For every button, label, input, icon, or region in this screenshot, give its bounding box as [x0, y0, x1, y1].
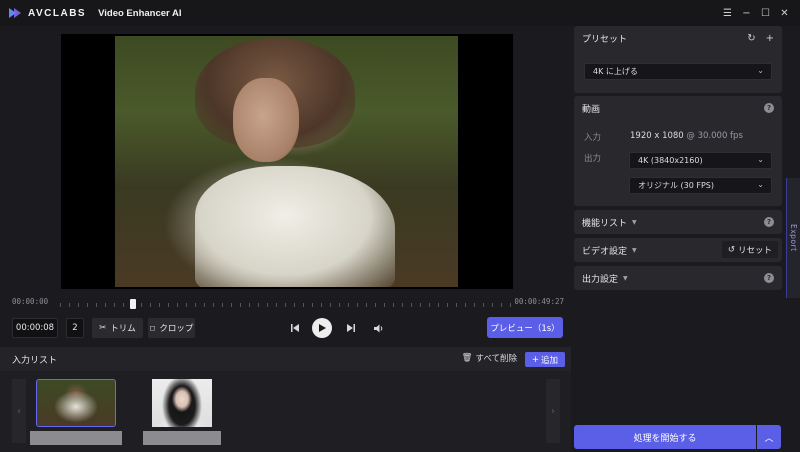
- trim-button[interactable]: ✂ トリム: [92, 318, 143, 338]
- export-label: Export: [789, 224, 798, 252]
- video-frame-image: [115, 36, 458, 287]
- chevron-down-icon: ⌄: [757, 66, 764, 75]
- settings-sidebar: プリセット ↻ + 4K に上げる ⌄ 動画 ? 入力 1920 x 1080 …: [571, 26, 800, 452]
- player-controls: 00:00:08 2 ✂ トリム ◻ クロップ プレビュー（1s）: [0, 316, 571, 340]
- preset-select[interactable]: 4K に上げる ⌄: [584, 63, 772, 80]
- playhead-handle[interactable]: [129, 299, 136, 309]
- caret-down-icon: ▼: [623, 274, 628, 282]
- trash-icon: 🗑: [461, 353, 473, 363]
- thumbnail-strip: ‹ ›: [0, 375, 571, 452]
- workspace: 00:00:00 00:00:49:27 00:00:08 2 ✂ トリム ◻ …: [0, 26, 571, 452]
- thumbnail-2-image: [152, 379, 212, 427]
- caret-down-icon: ▼: [632, 218, 637, 226]
- features-title: 機能リスト: [582, 218, 628, 229]
- add-label: 追加: [541, 355, 559, 366]
- frame-field[interactable]: 2: [66, 318, 84, 338]
- clear-all-label: すべて削除: [475, 354, 517, 364]
- add-preset-icon[interactable]: +: [766, 33, 774, 44]
- input-list-header: 入力リスト 🗑 すべて削除 + 追加: [0, 347, 571, 371]
- refresh-icon[interactable]: ↻: [747, 33, 755, 44]
- volume-icon[interactable]: [372, 318, 386, 338]
- help-icon[interactable]: ?: [764, 217, 774, 227]
- scroll-left-icon[interactable]: ‹: [12, 379, 26, 443]
- features-header[interactable]: 機能リスト ▼ ?: [574, 210, 782, 234]
- video-settings-title: ビデオ設定: [582, 246, 628, 257]
- thumbnail-2[interactable]: [142, 379, 222, 427]
- app-title: Video Enhancer AI: [98, 7, 182, 19]
- reset-icon: ↺: [727, 244, 735, 255]
- timeline: 00:00:00 00:00:49:27: [12, 297, 564, 310]
- preset-panel: プリセット ↻ + 4K に上げる ⌄: [574, 26, 782, 93]
- chevron-up-icon[interactable]: ︿: [757, 425, 781, 449]
- window-controls: ☰ − ☐ ✕: [718, 0, 794, 26]
- preview-button[interactable]: プレビュー（1s）: [487, 317, 563, 338]
- time-end: 00:00:49:27: [514, 297, 564, 306]
- video-preview[interactable]: [61, 34, 513, 289]
- thumbnail-1-caption: [30, 431, 122, 445]
- video-panel: 動画 ? 入力 1920 x 1080 @ 30.000 fps 出力 4K (…: [574, 96, 782, 206]
- crop-button[interactable]: ◻ クロップ: [148, 318, 195, 338]
- image-region-face: [233, 78, 299, 162]
- input-resolution-value: 1920 x 1080: [630, 131, 684, 141]
- reset-label: リセット: [737, 245, 772, 256]
- output-settings-title: 出力設定: [582, 274, 619, 285]
- thumbnail-1[interactable]: [36, 379, 116, 427]
- next-frame-icon[interactable]: [344, 318, 358, 338]
- logo: AVCLABS: [8, 7, 86, 19]
- previous-frame-icon[interactable]: [288, 318, 302, 338]
- video-settings-panel[interactable]: ビデオ設定 ▼ ↺ リセット: [574, 238, 782, 262]
- minimize-icon[interactable]: −: [737, 3, 756, 23]
- input-fps-value: @ 30.000 fps: [686, 131, 743, 141]
- output-settings-header[interactable]: 出力設定 ▼ ?: [574, 266, 782, 290]
- video-header: 動画 ?: [574, 96, 782, 120]
- input-list-title: 入力リスト: [12, 355, 58, 366]
- video-title: 動画: [582, 104, 601, 115]
- output-fps-select[interactable]: オリジナル (30 FPS) ⌄: [629, 177, 772, 194]
- output-label: 出力: [584, 154, 602, 164]
- trim-label: トリム: [110, 324, 136, 334]
- preset-header: プリセット ↻ +: [574, 26, 782, 50]
- menu-icon[interactable]: ☰: [718, 3, 737, 23]
- crop-label: クロップ: [159, 324, 194, 334]
- time-start: 00:00:00: [12, 297, 49, 306]
- help-icon[interactable]: ?: [764, 273, 774, 283]
- input-list-panel: 入力リスト 🗑 すべて削除 + 追加 ‹ ›: [0, 347, 571, 452]
- help-icon[interactable]: ?: [764, 103, 774, 113]
- reset-button[interactable]: ↺ リセット: [721, 241, 778, 258]
- input-label: 入力: [584, 133, 602, 143]
- add-button[interactable]: + 追加: [525, 352, 565, 367]
- maximize-icon[interactable]: ☐: [756, 3, 775, 23]
- scroll-right-icon[interactable]: ›: [546, 379, 560, 443]
- start-processing-button[interactable]: 処理を開始する: [574, 425, 756, 449]
- chevron-down-icon: ⌄: [757, 180, 764, 189]
- image-region-shirt: [195, 166, 395, 287]
- play-icon: [312, 318, 332, 338]
- output-settings-panel[interactable]: 出力設定 ▼ ?: [574, 266, 782, 290]
- play-button[interactable]: [312, 318, 332, 338]
- brand-name: AVCLABS: [28, 7, 87, 19]
- clear-all-button[interactable]: 🗑 すべて削除: [462, 352, 517, 364]
- close-icon[interactable]: ✕: [775, 3, 794, 23]
- output-fps-value: オリジナル (30 FPS): [638, 181, 715, 190]
- scissors-icon: ✂: [99, 323, 107, 333]
- output-resolution-value: 4K (3840x2160): [638, 156, 703, 165]
- thumbnail-2-caption: [143, 431, 221, 445]
- features-panel[interactable]: 機能リスト ▼ ?: [574, 210, 782, 234]
- preset-selected: 4K に上げる: [593, 67, 638, 76]
- avclabs-logo-icon: [8, 7, 22, 19]
- caret-down-icon: ▼: [632, 246, 637, 254]
- output-resolution-select[interactable]: 4K (3840x2160) ⌄: [629, 152, 772, 169]
- plus-icon: +: [531, 354, 540, 365]
- export-tab[interactable]: Export: [786, 178, 800, 298]
- input-resolution: 1920 x 1080 @ 30.000 fps: [630, 131, 743, 141]
- timeline-track[interactable]: [60, 299, 516, 310]
- preset-title: プリセット: [582, 34, 628, 45]
- current-time-field[interactable]: 00:00:08: [12, 318, 58, 338]
- title-bar: AVCLABS Video Enhancer AI ☰ − ☐ ✕: [0, 0, 800, 26]
- chevron-down-icon: ⌄: [757, 155, 764, 164]
- crop-icon: ◻: [149, 324, 156, 332]
